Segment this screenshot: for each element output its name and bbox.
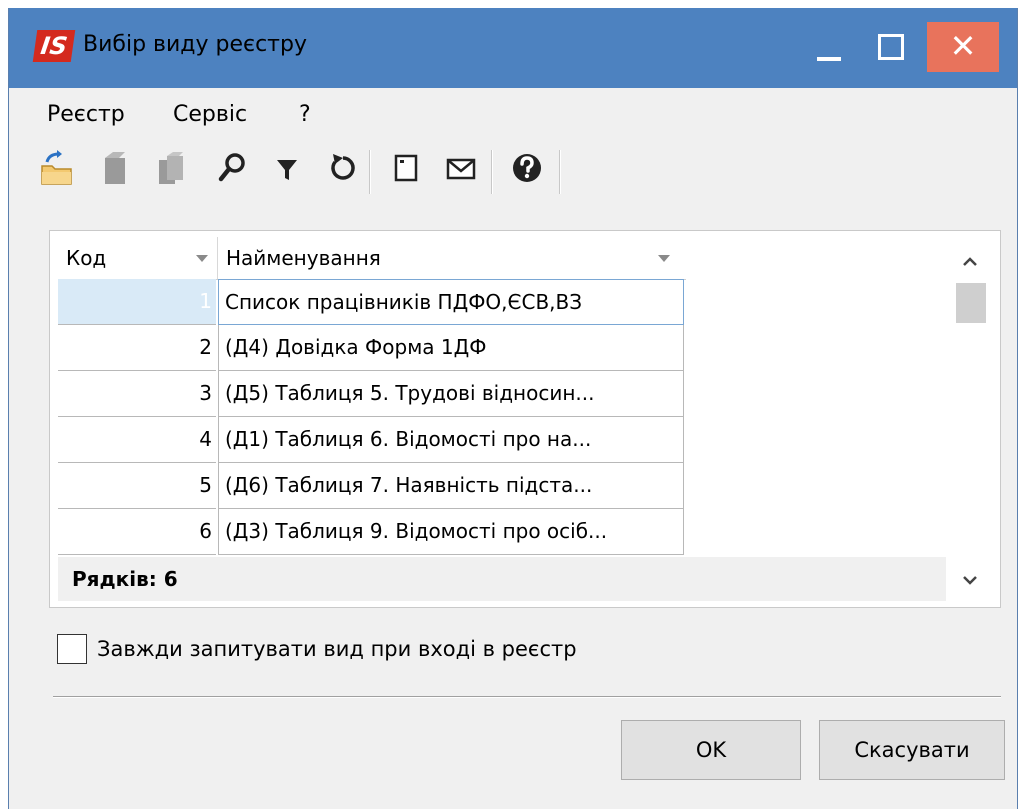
table-row[interactable]: 1 Список працівників ПДФО,ЄСВ,ВЗ — [58, 279, 686, 325]
scroll-down-button[interactable] — [948, 563, 992, 599]
grid-rows: 1 Список працівників ПДФО,ЄСВ,ВЗ 2 (Д4) … — [58, 279, 686, 555]
title-bar[interactable]: IS Вибір виду реєстру ✕ — [9, 8, 1017, 88]
close-icon: ✕ — [949, 27, 977, 65]
refresh-icon[interactable] — [323, 148, 359, 188]
table-row[interactable]: 2 (Д4) Довідка Форма 1ДФ — [58, 325, 686, 371]
row-name: (Д5) Таблиця 5. Трудові відносин... — [218, 371, 684, 417]
row-name: (Д6) Таблиця 7. Наявність підста... — [218, 463, 684, 509]
filter-icon[interactable] — [269, 148, 305, 188]
table-row[interactable]: 3 (Д5) Таблиця 5. Трудові відносин... — [58, 371, 686, 417]
row-count-footer: Рядків: 6 — [58, 557, 946, 601]
column-header-code[interactable]: Код — [58, 237, 218, 279]
cancel-button[interactable]: Скасувати — [819, 720, 1005, 780]
row-name: Список працівників ПДФО,ЄСВ,ВЗ — [218, 279, 684, 325]
toolbar-separator — [491, 150, 493, 194]
dialog-window: IS Вибір виду реєстру ✕ Реєстр Сервіс ? — [8, 8, 1018, 809]
close-button[interactable]: ✕ — [927, 22, 999, 72]
row-code: 1 — [58, 279, 216, 325]
row-code: 4 — [58, 417, 216, 463]
chevron-up-icon — [963, 257, 977, 266]
chevron-down-icon — [963, 576, 977, 585]
toolbar-separator — [559, 150, 561, 194]
table-row[interactable]: 5 (Д6) Таблиця 7. Наявність підста... — [58, 463, 686, 509]
bookmarks-icon[interactable] — [155, 148, 191, 188]
always-ask-checkbox[interactable] — [57, 634, 87, 664]
toolbar — [33, 140, 1017, 200]
row-name: (Д3) Таблиця 9. Відомості про осіб... — [218, 509, 684, 555]
mail-icon[interactable] — [443, 148, 479, 188]
window-title: Вибір виду реєстру — [83, 32, 307, 57]
row-code: 6 — [58, 509, 216, 555]
open-folder-icon[interactable] — [39, 148, 75, 188]
menu-item-registry[interactable]: Реєстр — [47, 102, 125, 127]
column-header-name[interactable]: Найменування — [218, 237, 686, 279]
details-icon[interactable] — [389, 148, 425, 188]
row-code: 3 — [58, 371, 216, 417]
table-row[interactable]: 6 (Д3) Таблиця 9. Відомості про осіб... — [58, 509, 686, 555]
column-header-code-label: Код — [66, 246, 107, 270]
ok-button[interactable]: OK — [621, 720, 801, 780]
scroll-thumb[interactable] — [956, 283, 986, 323]
sort-indicator-icon — [658, 255, 670, 262]
search-icon[interactable] — [215, 148, 251, 188]
divider — [53, 696, 1001, 698]
row-name: (Д4) Довідка Форма 1ДФ — [218, 325, 684, 371]
sort-indicator-icon — [196, 255, 208, 262]
scroll-up-button[interactable] — [948, 243, 992, 279]
menu-item-service[interactable]: Сервіс — [173, 102, 247, 127]
row-code: 5 — [58, 463, 216, 509]
always-ask-label[interactable]: Завжди запитувати вид при вході в реєстр — [97, 634, 577, 664]
vertical-scrollbar[interactable] — [948, 237, 992, 601]
maximize-button[interactable] — [861, 22, 921, 72]
minimize-button[interactable] — [799, 22, 859, 72]
toolbar-separator — [369, 150, 371, 194]
grid-header: Код Найменування — [58, 237, 686, 280]
menu-bar: Реєстр Сервіс ? — [9, 90, 1017, 136]
bookmark-icon[interactable] — [99, 148, 135, 188]
app-logo-icon: IS — [32, 30, 76, 62]
table-row[interactable]: 4 (Д1) Таблиця 6. Відомості про на... — [58, 417, 686, 463]
column-header-name-label: Найменування — [226, 246, 381, 270]
row-name: (Д1) Таблиця 6. Відомості про на... — [218, 417, 684, 463]
menu-item-help[interactable]: ? — [299, 102, 311, 127]
registry-types-grid: Код Найменування 1 Список працівників ПД… — [49, 230, 1001, 608]
row-code: 2 — [58, 325, 216, 371]
help-icon[interactable] — [509, 148, 545, 188]
